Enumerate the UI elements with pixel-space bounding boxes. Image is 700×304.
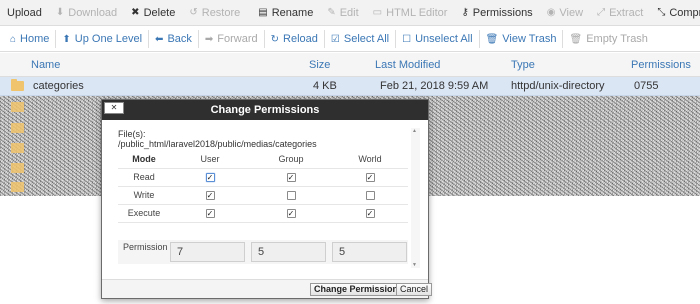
file-row-selected[interactable]: categories 4 KB Feb 21, 2018 9:59 AM htt… (0, 77, 700, 96)
file-permissions: 0755 (634, 80, 659, 92)
files-label: File(s): (118, 129, 146, 139)
header-world: World (332, 150, 408, 169)
folder-icon (11, 143, 24, 153)
file-modified: Feb 21, 2018 9:59 AM (380, 80, 489, 92)
row-label: Write (118, 186, 170, 205)
back-arrow-icon: ⬅ (155, 33, 164, 45)
home-button[interactable]: ⌂ Home (4, 27, 55, 52)
execute-user-checkbox[interactable]: ✓ (205, 209, 215, 219)
file-type: httpd/unix-directory (511, 80, 605, 92)
change-permissions-dialog: Change Permissions ✕ File(s): /public_ht… (101, 99, 433, 299)
trash-icon: 🗑 (485, 33, 499, 45)
file-name: categories (33, 80, 84, 92)
forward-arrow-icon: ➡ (204, 33, 214, 45)
download-icon: ⬇ (55, 7, 65, 18)
view-trash-button[interactable]: 🗑 View Trash (480, 27, 563, 52)
key-icon: ⚷ (461, 7, 469, 18)
cancel-button[interactable]: Cancel (396, 283, 433, 296)
trash-empty-icon: 🗑 (569, 33, 583, 45)
view-button[interactable]: ◉ View (540, 0, 590, 26)
read-user-checkbox[interactable]: ✓ (205, 173, 215, 183)
file-list-header: Name Size Last Modified Type Permissions (0, 53, 700, 77)
dialog-footer: Change Permissions Cancel (102, 279, 433, 298)
eye-icon: ◉ (546, 7, 556, 18)
rename-icon: ▤ (258, 7, 268, 18)
compress-button[interactable]: ⤡Compress (650, 0, 700, 26)
files-path: /public_html/laravel2018/public/medias/c… (118, 139, 317, 149)
execute-group-checkbox[interactable]: ✓ (286, 209, 296, 219)
column-header-type[interactable]: Type (511, 59, 535, 71)
main-toolbar: Upload ⬇ Download ✖ Delete ↺ Restore ▤ Renam… (0, 0, 700, 26)
checkbox-checked-icon: ☑ (330, 33, 340, 45)
column-header-name[interactable]: Name (31, 59, 60, 71)
home-icon: ⌂ (10, 33, 17, 45)
file-size: 4 KB (313, 80, 337, 92)
column-header-last-modified[interactable]: Last Modified (375, 59, 440, 71)
permission-label: Permission (123, 242, 168, 252)
upload-button[interactable]: Upload (0, 0, 49, 26)
column-header-size[interactable]: Size (309, 59, 330, 71)
write-world-checkbox[interactable] (365, 191, 375, 201)
pencil-icon: ✎ (327, 7, 336, 18)
folder-icon (11, 102, 24, 112)
dialog-body: File(s): /public_html/laravel2018/public… (102, 120, 428, 278)
permissions-header-row: Mode User Group World (118, 150, 408, 169)
read-group-checkbox[interactable]: ✓ (286, 173, 296, 183)
folder-icon (11, 163, 24, 173)
empty-trash-button[interactable]: 🗑 Empty Trash (563, 27, 653, 52)
dialog-title: Change Permissions (102, 100, 428, 120)
write-user-checkbox[interactable]: ✓ (205, 191, 215, 201)
up-one-level-button[interactable]: ⬆ Up One Level (56, 27, 148, 52)
permission-values-row: Permission 7 5 5 (118, 240, 408, 264)
permissions-table: Mode User Group World Read ✓ ✓ ✓ Write ✓… (118, 150, 408, 223)
close-button[interactable]: ✕ (104, 102, 124, 114)
write-group-checkbox[interactable] (286, 191, 296, 201)
download-button[interactable]: ⬇ Download (49, 0, 124, 26)
code-icon: ▭ (372, 7, 383, 18)
back-button[interactable]: ⬅ Back (149, 27, 198, 52)
permission-row-read: Read ✓ ✓ ✓ (118, 168, 408, 187)
unselect-all-button[interactable]: ☐ Unselect All (396, 27, 478, 52)
dialog-scrollbar[interactable] (411, 128, 420, 268)
forward-button[interactable]: ➡ Forward (199, 27, 264, 52)
folder-icon (11, 123, 24, 133)
restore-button[interactable]: ↺ Restore (182, 0, 247, 26)
checkbox-empty-icon: ☐ (402, 33, 412, 45)
navigation-toolbar: ⌂ Home ⬆ Up One Level ⬅ Back ➡ Forward ↻ Relo… (0, 27, 700, 52)
world-permission-value: 5 (332, 242, 407, 262)
row-label: Execute (118, 204, 170, 223)
compress-icon: ⤡ (657, 7, 666, 18)
expand-icon: ⤢ (597, 7, 606, 18)
extract-button[interactable]: ⤢ Extract (590, 0, 650, 26)
column-header-permissions[interactable]: Permissions (631, 59, 691, 71)
execute-world-checkbox[interactable]: ✓ (365, 209, 375, 219)
user-permission-value: 7 (170, 242, 245, 262)
row-label: Read (118, 168, 170, 187)
up-arrow-icon: ⬆ (62, 33, 71, 45)
rename-button[interactable]: ▤ Rename (251, 0, 320, 26)
group-permission-value: 5 (251, 242, 326, 262)
html-editor-button[interactable]: ▭ HTML Editor (366, 0, 455, 26)
header-group: Group (250, 150, 332, 169)
x-icon: ✖ (131, 7, 140, 18)
restore-icon: ↺ (189, 7, 198, 18)
permissions-button[interactable]: ⚷ Permissions (454, 0, 539, 26)
change-permissions-button[interactable]: Change Permissions (310, 283, 408, 296)
folder-icon (11, 182, 24, 192)
reload-button[interactable]: ↻ Reload (265, 27, 324, 52)
delete-button[interactable]: ✖ Delete (124, 0, 182, 26)
reload-icon: ↻ (270, 33, 280, 45)
permission-row-write: Write ✓ (118, 186, 408, 205)
select-all-button[interactable]: ☑ Select All (325, 27, 395, 52)
header-user: User (170, 150, 250, 169)
header-mode: Mode (118, 150, 170, 169)
read-world-checkbox[interactable]: ✓ (365, 173, 375, 183)
folder-icon (11, 79, 24, 91)
edit-button[interactable]: ✎ Edit (320, 0, 365, 26)
permission-row-execute: Execute ✓ ✓ ✓ (118, 204, 408, 223)
